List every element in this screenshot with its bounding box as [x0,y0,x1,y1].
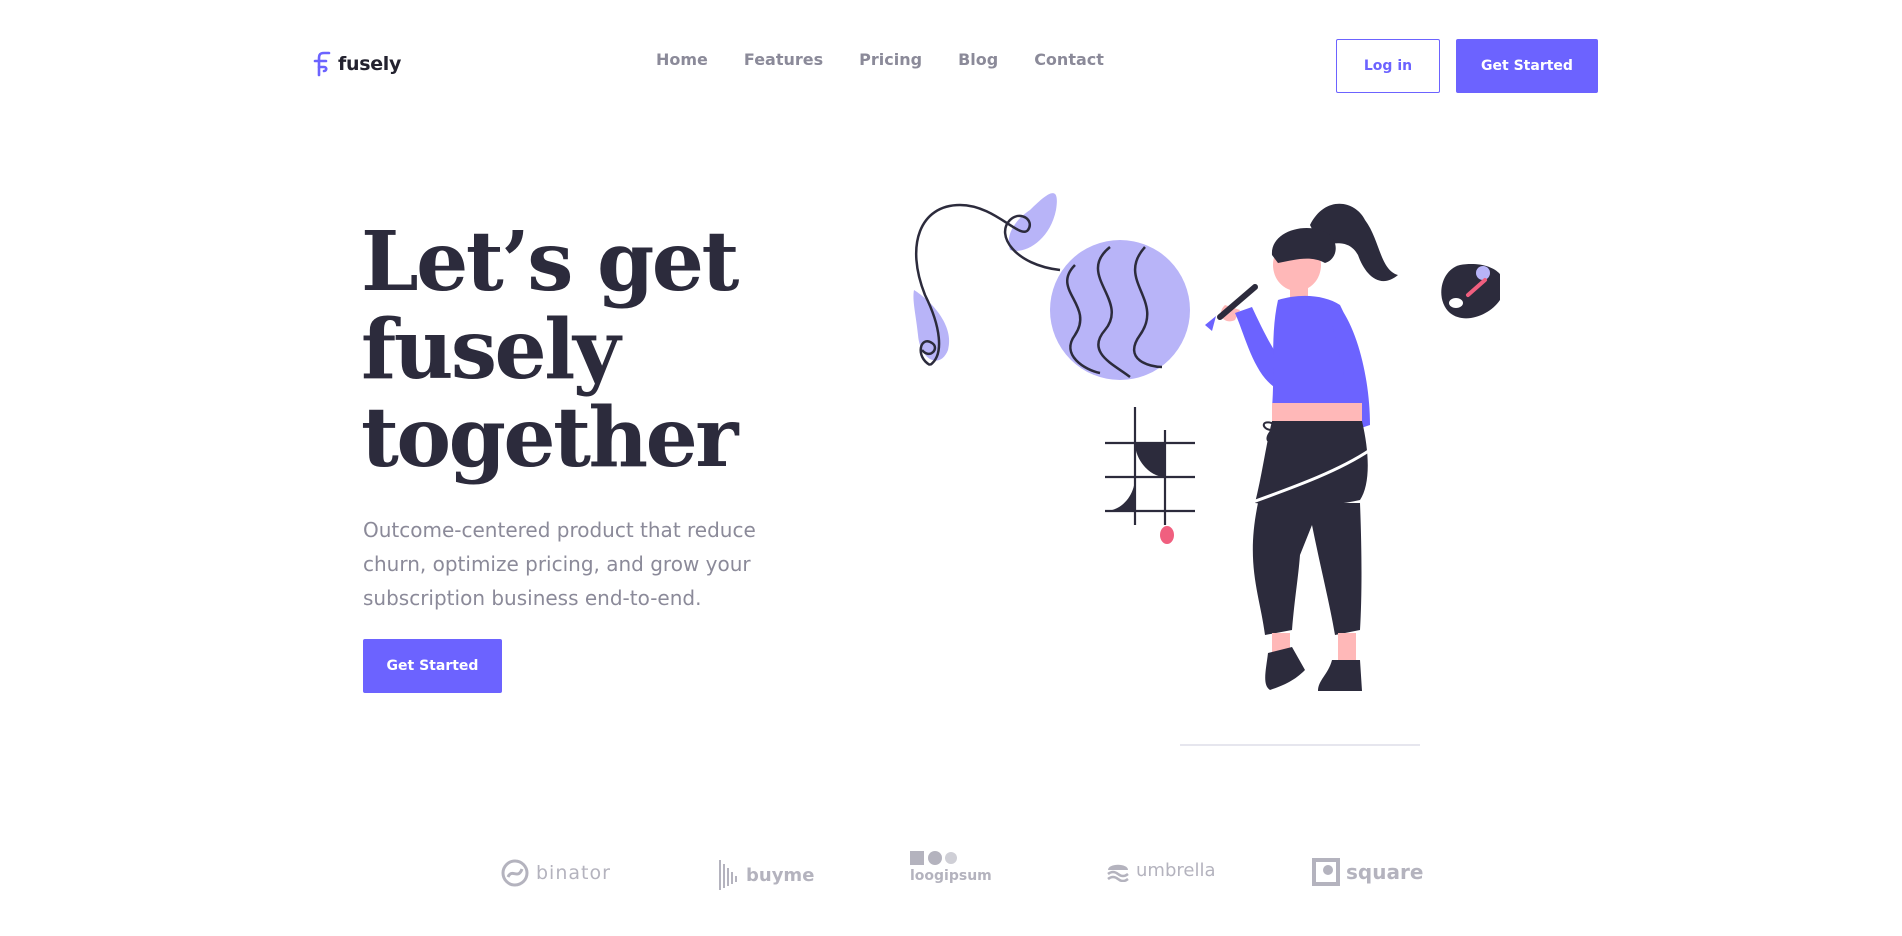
main-nav: Home Features Pricing Blog Contact [656,50,1140,69]
partner-logo-square: square [1312,858,1423,886]
nav-contact[interactable]: Contact [1034,50,1104,69]
header-get-started-button[interactable]: Get Started [1456,39,1598,93]
hero-title: Let’s get fusely together [361,218,841,482]
square-logo-icon [1312,858,1340,886]
partner-logos: binator buyme loogipsum umbrella square [500,851,1423,898]
umbrella-logo-icon [1107,864,1129,882]
nav-features[interactable]: Features [744,50,823,69]
brand-name: fusely [338,53,402,75]
wave-circle [1050,240,1190,380]
hero-title-line-1: Let’s get [361,214,739,310]
fusely-logo-icon [313,51,331,77]
hero-get-started-button[interactable]: Get Started [363,639,502,693]
nav-pricing[interactable]: Pricing [859,50,922,69]
woman-figure [1205,203,1398,691]
leaf-shape [913,290,950,361]
hero-title-line-3: together [361,390,738,486]
partner-logo-umbrella: umbrella [1106,858,1215,882]
pink-dot [1160,526,1174,544]
partner-logo-binator: binator [500,858,611,888]
loogipsum-logo-icon [910,851,957,865]
site-logo[interactable]: fusely [312,50,401,78]
hero-illustration [913,193,1500,746]
nav-blog[interactable]: Blog [958,50,998,69]
binator-logo-icon [501,859,529,887]
leaf-shape [1008,193,1057,251]
partner-logo-loogipsum: loogipsum [910,850,992,884]
nav-home[interactable]: Home [656,50,708,69]
buyme-logo-icon [719,860,737,890]
hero-subtitle: Outcome-centered product that reduce chu… [363,518,756,610]
hero-title-line-2: fusely [361,302,621,398]
partner-logo-buyme: buyme [718,858,814,892]
login-button[interactable]: Log in [1336,39,1440,93]
